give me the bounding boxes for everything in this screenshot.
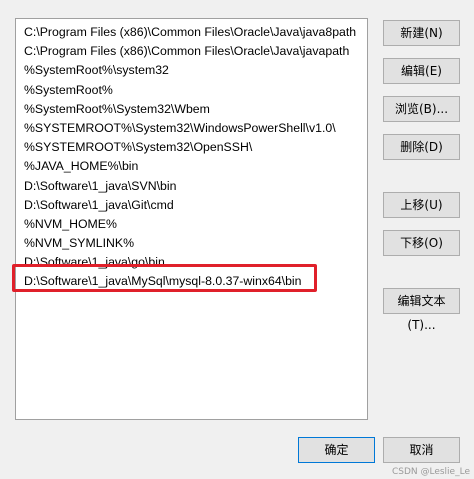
list-item[interactable]: %SystemRoot%\System32\Wbem bbox=[16, 100, 367, 119]
list-item-mysql-bin[interactable]: D:\Software\1_java\MySql\mysql-8.0.37-wi… bbox=[16, 272, 367, 292]
list-item[interactable]: %SystemRoot%\system32 bbox=[16, 61, 367, 80]
cancel-button[interactable]: 取消 bbox=[383, 437, 460, 463]
list-item[interactable]: %NVM_SYMLINK% bbox=[16, 234, 367, 253]
move-up-button[interactable]: 上移(U) bbox=[383, 192, 460, 218]
edit-text-button[interactable]: 编辑文本(T)... bbox=[383, 288, 460, 332]
list-item[interactable]: C:\Program Files (x86)\Common Files\Orac… bbox=[16, 42, 367, 61]
browse-button[interactable]: 浏览(B)... bbox=[383, 96, 460, 122]
list-item[interactable]: D:\Software\1_java\SVN\bin bbox=[16, 177, 367, 196]
ok-button[interactable]: 确定 bbox=[298, 437, 375, 463]
list-item[interactable]: %SystemRoot% bbox=[16, 81, 367, 100]
new-button[interactable]: 新建(N) bbox=[383, 20, 460, 46]
list-item[interactable]: %JAVA_HOME%\bin bbox=[16, 157, 367, 176]
edit-environment-variable-dialog: C:\Program Files (x86)\Common Files\Orac… bbox=[0, 0, 474, 479]
edit-button[interactable]: 编辑(E) bbox=[383, 58, 460, 84]
list-item[interactable]: %SYSTEMROOT%\System32\OpenSSH\ bbox=[16, 138, 367, 157]
list-item[interactable]: %NVM_HOME% bbox=[16, 215, 367, 234]
move-down-button[interactable]: 下移(O) bbox=[383, 230, 460, 256]
list-item[interactable]: C:\Program Files (x86)\Common Files\Orac… bbox=[16, 23, 367, 42]
path-list[interactable]: C:\Program Files (x86)\Common Files\Orac… bbox=[15, 18, 368, 420]
list-item[interactable]: D:\Software\1_java\go\bin bbox=[16, 253, 367, 272]
watermark: CSDN @Leslie_Le bbox=[391, 467, 470, 477]
list-item[interactable]: D:\Software\1_java\Git\cmd bbox=[16, 196, 367, 215]
list-item[interactable]: %SYSTEMROOT%\System32\WindowsPowerShell\… bbox=[16, 119, 367, 138]
delete-button[interactable]: 删除(D) bbox=[383, 134, 460, 160]
